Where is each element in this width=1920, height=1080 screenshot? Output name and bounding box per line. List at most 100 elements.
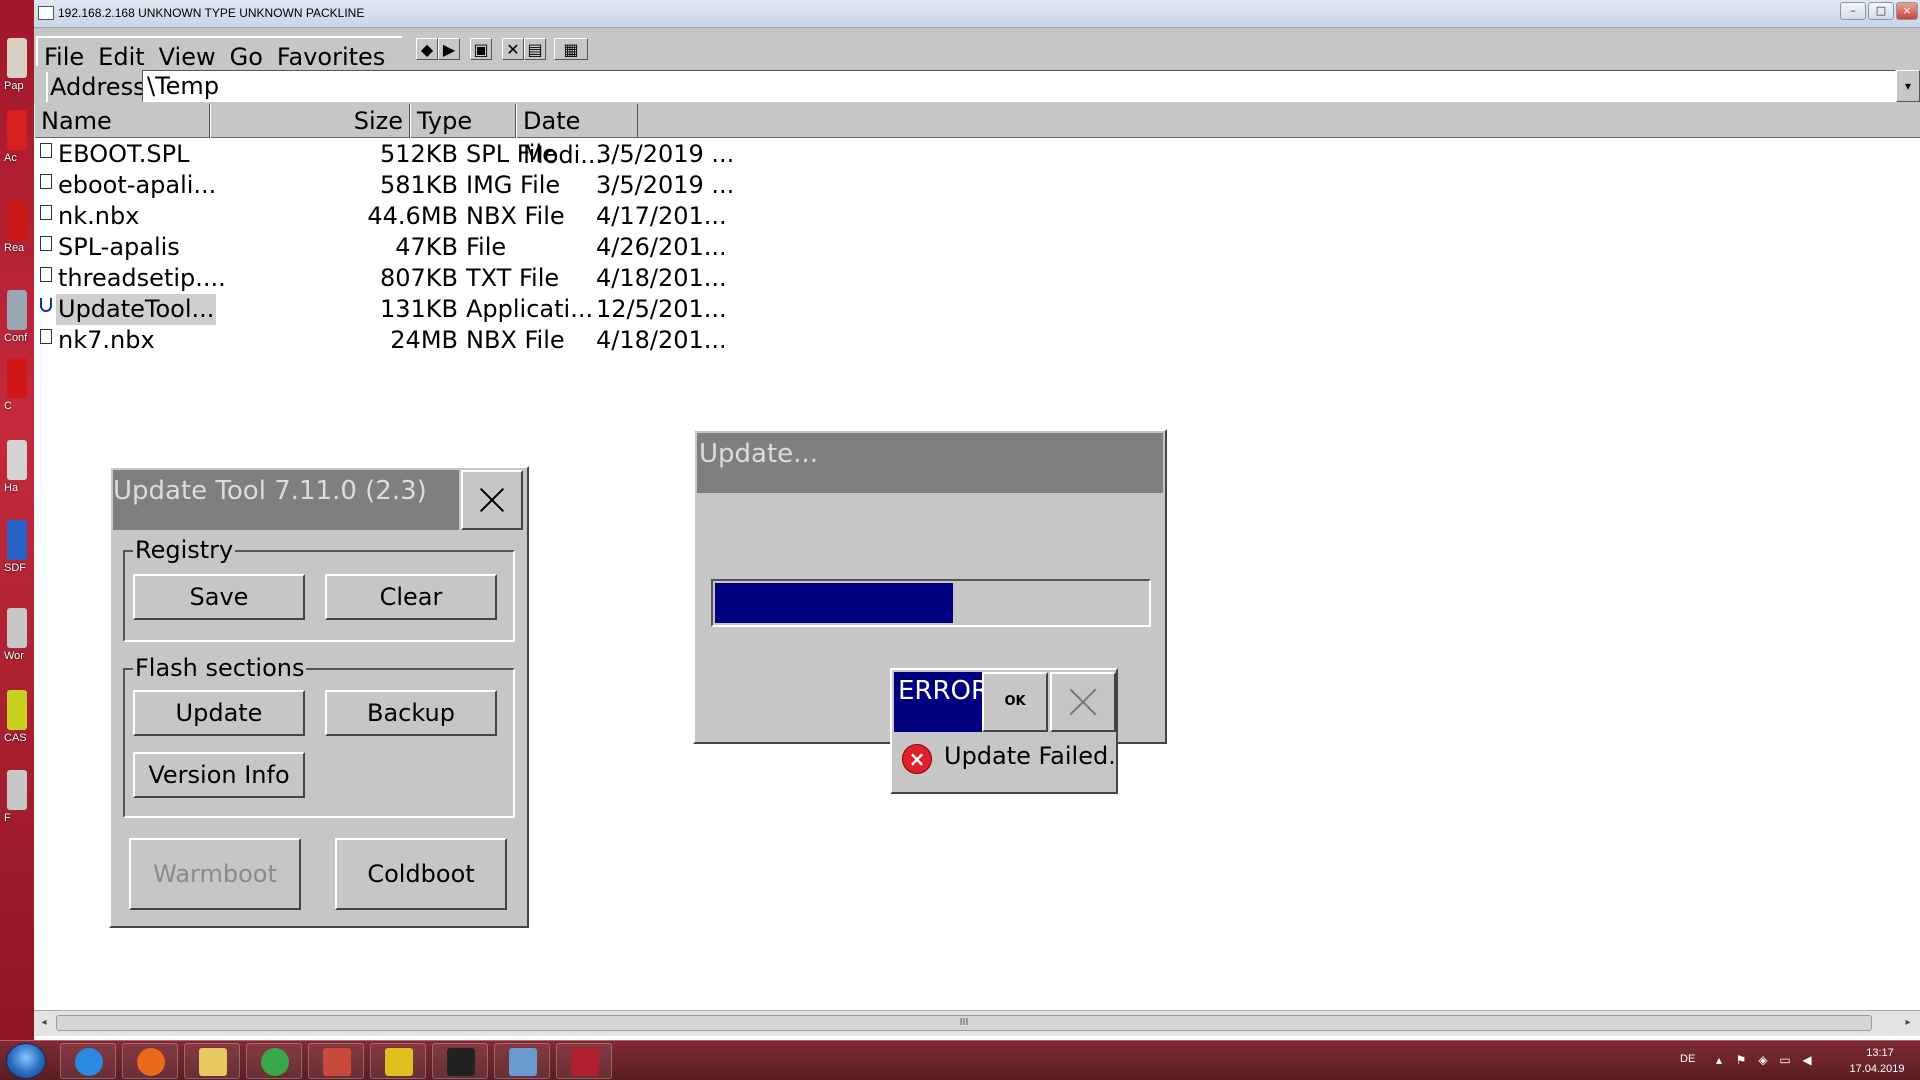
language-indicator[interactable]: DE <box>1680 1053 1695 1065</box>
volume-icon[interactable]: ◀ <box>1800 1053 1814 1067</box>
table-row[interactable]: UpdateTool... 131KB Applicati... 12/5/201..… <box>34 294 754 325</box>
delete-icon[interactable]: ✕ <box>502 38 524 60</box>
column-header-size[interactable]: Size <box>210 104 410 138</box>
update-button[interactable]: Update <box>133 690 305 736</box>
menu-file[interactable]: File <box>44 44 84 66</box>
clock-date[interactable]: 17.04.2019 <box>1842 1063 1912 1075</box>
menu-edit[interactable]: Edit <box>98 44 144 66</box>
desktop-shortcut[interactable]: Pap <box>4 38 30 98</box>
file-icon <box>40 329 52 344</box>
desktop-shortcut[interactable]: Rea <box>4 200 30 260</box>
table-row[interactable]: nk7.nbx 24MB NBX File 4/18/201... <box>34 325 754 356</box>
clear-button[interactable]: Clear <box>325 574 497 620</box>
scroll-right-icon[interactable]: ▸ <box>1900 1015 1916 1031</box>
flash-sections-label: Flash sections <box>133 654 307 682</box>
update-tool-close-icon[interactable] <box>461 470 523 530</box>
network-icon[interactable]: ▭ <box>1778 1053 1792 1067</box>
desktop-shortcut-icon <box>7 690 27 730</box>
address-dropdown-icon[interactable]: ▾ <box>1896 70 1920 102</box>
taskbar-app-ie[interactable] <box>60 1043 116 1079</box>
explorer-menubar: File Edit View Go Favorites ◆ ▶ ▣ ✕ ▤ ▦ <box>34 28 1920 68</box>
chrome-icon <box>261 1048 289 1076</box>
cmd-icon <box>447 1048 475 1076</box>
coldboot-button[interactable]: Coldboot <box>335 838 507 910</box>
desktop-shortcut[interactable]: CAS <box>4 690 30 750</box>
security-icon[interactable]: ◈ <box>1756 1053 1770 1067</box>
clock-time[interactable]: 13:17 <box>1848 1047 1912 1059</box>
error-ok-button[interactable]: OK <box>982 672 1048 732</box>
update-progress-title[interactable]: Update... <box>697 433 1163 493</box>
taskbar-app-vnc[interactable] <box>556 1043 612 1079</box>
column-header-date[interactable]: Date Modi... <box>516 104 638 169</box>
maximize-button[interactable]: □ <box>1868 2 1894 20</box>
table-row[interactable]: EBOOT.SPL 512KB SPL File 3/5/2019 ... <box>34 139 754 170</box>
registry-label: Registry <box>133 536 236 564</box>
horizontal-scrollbar[interactable]: ◂ III ▸ <box>34 1010 1920 1036</box>
views-icon[interactable]: ▦ <box>554 38 588 60</box>
error-title: ERROR <box>894 672 989 732</box>
taskbar-app-explorer-folder[interactable] <box>184 1043 240 1079</box>
table-row[interactable]: eboot-apali... 581KB IMG File 3/5/2019 ... <box>34 170 754 201</box>
table-row[interactable]: nk.nbx 44.6MB NBX File 4/17/201... <box>34 201 754 232</box>
start-button[interactable] <box>6 1043 46 1079</box>
table-row[interactable]: SPL-apalis 47KB File 4/26/201... <box>34 232 754 263</box>
update-progress-fill <box>715 583 953 623</box>
desktop-shortcut[interactable]: F <box>4 770 30 830</box>
column-header-type[interactable]: Type <box>410 104 516 138</box>
desktop-shortcut[interactable]: Conf <box>4 290 30 350</box>
error-message: Update Failed. <box>944 742 1116 770</box>
ie-icon <box>75 1048 103 1076</box>
backup-button[interactable]: Backup <box>325 690 497 736</box>
menu-go[interactable]: Go <box>230 44 263 66</box>
menu-view[interactable]: View <box>159 44 216 66</box>
address-label: Address <box>46 72 149 102</box>
vnc-window-icon <box>38 6 54 20</box>
desktop-shortcut-label: C <box>4 400 12 412</box>
file-size: 131KB <box>379 295 458 323</box>
up-folder-icon[interactable]: ▣ <box>470 38 492 60</box>
back-arrow-icon[interactable]: ◆ <box>416 38 438 60</box>
address-input[interactable]: \Temp <box>142 70 1896 102</box>
vnc-window-title: 192.168.2.168 UNKNOWN TYPE UNKNOWN PACKL… <box>58 6 365 20</box>
desktop-shortcut-icon <box>7 358 27 398</box>
desktop-shortcut-icon <box>7 440 27 480</box>
file-name: eboot-apali... <box>58 171 217 199</box>
properties-icon[interactable]: ▤ <box>524 38 546 60</box>
desktop-shortcut[interactable]: Ha <box>4 440 30 500</box>
taskbar-app-tools[interactable] <box>308 1043 364 1079</box>
version-info-button[interactable]: Version Info <box>133 752 305 798</box>
minimize-button[interactable]: – <box>1840 2 1866 20</box>
update-tool-title[interactable]: Update Tool 7.11.0 (2.3) <box>113 470 459 530</box>
save-button[interactable]: Save <box>133 574 305 620</box>
taskbar-app-remote-desktop[interactable] <box>494 1043 550 1079</box>
desktop-shortcut[interactable]: Ac <box>4 110 30 170</box>
explorer-folder-icon <box>199 1048 227 1076</box>
desktop-shortcut[interactable]: SDF <box>4 520 30 580</box>
column-header-name[interactable]: Name <box>34 104 210 138</box>
taskbar-app-cmd[interactable] <box>432 1043 488 1079</box>
taskbar-app-chrome[interactable] <box>246 1043 302 1079</box>
taskbar-app-firefox[interactable] <box>122 1043 178 1079</box>
file-type: Applicati... <box>466 295 594 323</box>
file-list-header: Name Size Type Date Modi... <box>34 104 1920 169</box>
desktop-shortcut[interactable]: Wor <box>4 608 30 668</box>
file-type: File <box>466 233 507 261</box>
menu-favorites[interactable]: Favorites <box>277 44 385 66</box>
taskbar-app-app-window[interactable] <box>370 1043 426 1079</box>
forward-arrow-icon[interactable]: ▶ <box>438 38 460 60</box>
close-window-button[interactable]: × <box>1896 2 1918 20</box>
file-icon <box>40 267 52 282</box>
vnc-titlebar[interactable]: 192.168.2.168 UNKNOWN TYPE UNKNOWN PACKL… <box>34 0 1920 28</box>
file-type: TXT File <box>466 264 560 292</box>
file-size: 24MB <box>390 326 458 354</box>
flag-icon[interactable]: ⚑ <box>1734 1053 1748 1067</box>
scrollbar-thumb[interactable]: III <box>56 1015 1872 1031</box>
scroll-left-icon[interactable]: ◂ <box>36 1015 52 1031</box>
tray-expand-icon[interactable]: ▴ <box>1712 1053 1726 1067</box>
update-tool-dialog: Update Tool 7.11.0 (2.3) Registry Save C… <box>109 466 529 928</box>
error-close-icon[interactable] <box>1050 672 1116 732</box>
desktop-shortcut[interactable]: C <box>4 358 30 418</box>
desktop-shortcut-label: CAS <box>4 732 27 744</box>
table-row[interactable]: threadsetip.... 807KB TXT File 4/18/201... <box>34 263 754 294</box>
file-type: IMG File <box>466 171 561 199</box>
